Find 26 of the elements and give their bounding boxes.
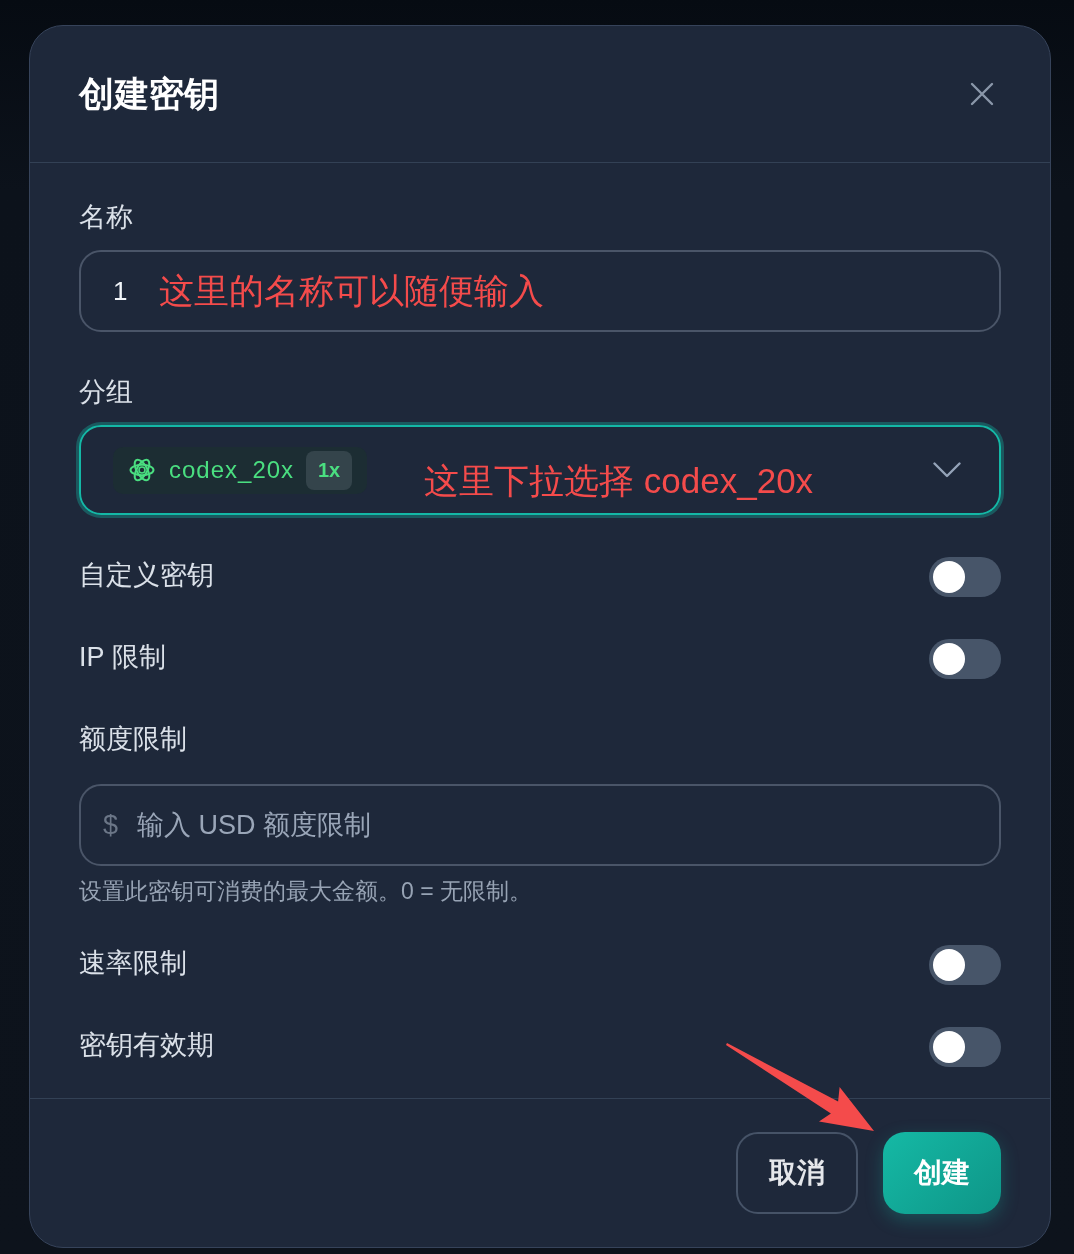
- annotation-text: 这里的名称可以随便输入: [159, 270, 545, 312]
- currency-symbol: $: [103, 809, 119, 842]
- field-label: 额度限制: [79, 723, 187, 756]
- cancel-button[interactable]: 取消: [736, 1132, 858, 1214]
- toggle-switch[interactable]: [929, 945, 1001, 985]
- annotation-text: 这里下拉选择 codex_20x: [424, 460, 814, 502]
- group-select[interactable]: codex_20x 1x 这里下拉选择 codex_20x: [79, 425, 1001, 515]
- field-label: 自定义密钥: [79, 559, 214, 592]
- field-label: 名称: [79, 201, 133, 234]
- group-name: codex_20x: [169, 455, 295, 485]
- field-label: IP 限制: [79, 641, 166, 674]
- toggle-switch[interactable]: [929, 639, 1001, 679]
- atom-icon: [128, 456, 156, 484]
- toggle-switch[interactable]: [929, 1027, 1001, 1067]
- close-button[interactable]: [970, 82, 994, 106]
- field-label: 密钥有效期: [79, 1029, 214, 1062]
- chevron-down-icon: [933, 462, 961, 478]
- name-input[interactable]: 1 这里的名称可以随便输入: [79, 250, 1001, 332]
- help-text: 设置此密钥可消费的最大金额。0 = 无限制。: [79, 879, 532, 903]
- field-label: 速率限制: [79, 947, 187, 980]
- toggle-switch[interactable]: [929, 557, 1001, 597]
- close-icon: [970, 82, 994, 106]
- input-value: 1: [113, 275, 128, 308]
- field-label: 分组: [79, 376, 133, 409]
- multiplier-badge: 1x: [306, 450, 353, 490]
- dialog-title: 创建密钥: [79, 73, 219, 115]
